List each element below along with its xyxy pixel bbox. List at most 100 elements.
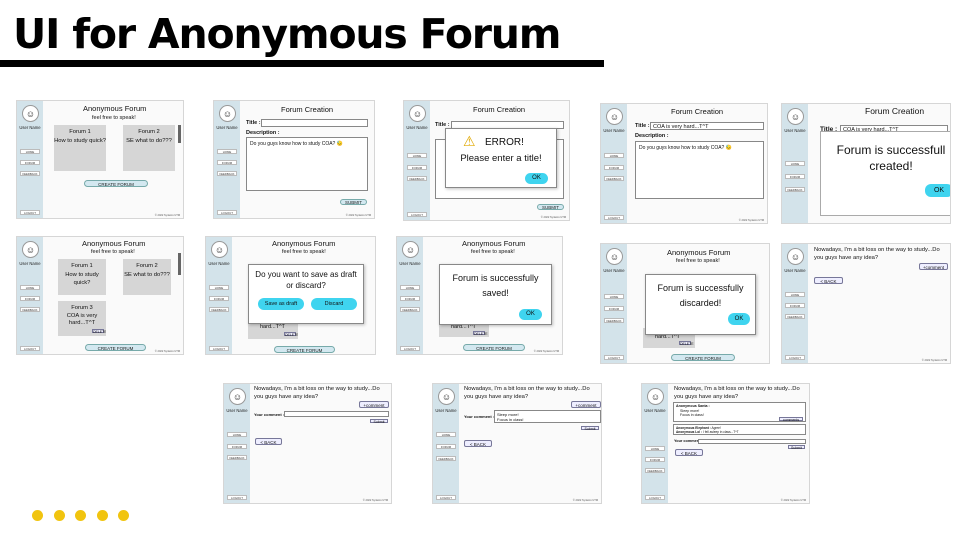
comment-input[interactable] (284, 411, 389, 417)
nav-home[interactable]: HOME (407, 153, 427, 158)
logout-button[interactable]: LOGOUT (227, 495, 247, 500)
nav-feedback[interactable]: FEEDBACK (407, 176, 427, 181)
nav-home[interactable]: HOME (785, 292, 805, 297)
submit-comment-button[interactable]: Submit (370, 419, 388, 424)
delete-button[interactable]: DELETE (679, 341, 694, 346)
logout-button[interactable]: LOGOUT (217, 210, 237, 215)
avatar-icon[interactable]: ☺ (22, 105, 39, 122)
add-comment-button[interactable]: +comment (359, 401, 389, 408)
nav-home[interactable]: HOME (400, 285, 420, 290)
logout-button[interactable]: LOGOUT (209, 346, 229, 351)
nav-forum[interactable]: FORUM (785, 303, 805, 308)
scrollbar[interactable] (178, 125, 181, 143)
submit-comment-button[interactable]: Submit (581, 426, 599, 431)
nav-feedback[interactable]: FEEDBACK (436, 456, 456, 461)
delete-button[interactable]: DELETE (92, 329, 106, 334)
forum-card-2[interactable]: Forum 2 SE what to do??? (123, 125, 175, 171)
ok-button[interactable]: OK (525, 173, 548, 184)
create-forum-button[interactable]: CREATE FORUM (274, 346, 335, 353)
nav-home[interactable]: HOME (227, 432, 247, 437)
create-forum-button[interactable]: CREATE FORUM (85, 344, 146, 351)
nav-feedback[interactable]: FEEDBACK (400, 307, 420, 312)
nav-feedback[interactable]: FEEDBACK (209, 307, 229, 312)
logout-button[interactable]: LOGOUT (645, 495, 665, 500)
nav-home[interactable]: HOME (217, 149, 237, 154)
logout-button[interactable]: LOGOUT (407, 212, 427, 217)
forum-card-1[interactable]: Forum 1 How to study quick? (54, 125, 106, 171)
nav-forum[interactable]: FORUM (400, 296, 420, 301)
back-button[interactable]: < BACK (675, 449, 703, 456)
nav-feedback[interactable]: FEEDBACK (217, 171, 237, 176)
nav-forum[interactable]: FORUM (227, 444, 247, 449)
delete-button[interactable]: DELETE (473, 331, 488, 336)
nav-home[interactable]: HOME (20, 285, 40, 290)
nav-forum[interactable]: FORUM (217, 160, 237, 165)
nav-feedback[interactable]: FEEDBACK (227, 455, 247, 460)
nav-home[interactable]: HOME (645, 446, 665, 451)
delete-button[interactable]: DELETE (284, 332, 298, 337)
title-input[interactable] (261, 119, 368, 127)
title-input[interactable]: COA is very hard...T^T (650, 122, 764, 130)
logout-button[interactable]: LOGOUT (604, 355, 624, 360)
description-textarea[interactable]: Do you guys know how to study COA? 😓 (246, 137, 368, 191)
forum-card-2[interactable]: Forum 2 SE what to do??? (123, 259, 171, 295)
avatar-icon[interactable]: ☺ (402, 241, 419, 258)
logout-button[interactable]: LOGOUT (436, 495, 456, 500)
avatar-icon[interactable]: ☺ (606, 248, 623, 265)
avatar-icon[interactable]: ☺ (22, 241, 39, 258)
nav-feedback[interactable]: FEEDBACK (785, 314, 805, 319)
forum-card-1[interactable]: Forum 1 How to study quick? (58, 259, 106, 295)
nav-forum[interactable]: FORUM (604, 165, 624, 170)
nav-forum[interactable]: FORUM (604, 306, 624, 311)
avatar-icon[interactable]: ☺ (647, 388, 664, 405)
nav-forum[interactable]: FORUM (407, 165, 427, 170)
nav-home[interactable]: HOME (785, 161, 805, 166)
forum-card-3[interactable]: Forum 3 COA is very hard...T^T DELETE (58, 301, 106, 336)
nav-feedback[interactable]: FEEDBACK (645, 468, 665, 473)
ok-button[interactable]: OK (728, 313, 750, 325)
nav-home[interactable]: HOME (209, 285, 229, 290)
save-draft-button[interactable]: Save as draft (258, 298, 304, 310)
comment-input[interactable] (698, 439, 806, 444)
nav-home[interactable]: HOME (20, 149, 40, 154)
avatar-icon[interactable]: ☺ (409, 105, 426, 122)
add-comment-button[interactable]: +comment (919, 263, 948, 270)
nav-forum[interactable]: FORUM (20, 296, 40, 301)
submit-button[interactable]: SUBMIT (537, 204, 564, 210)
back-button[interactable]: < BACK (255, 438, 282, 445)
create-forum-button[interactable]: CREATE FORUM (671, 354, 735, 361)
nav-feedback[interactable]: FEEDBACK (604, 318, 624, 323)
comments-button[interactable]: comments (779, 417, 803, 422)
nav-home[interactable]: HOME (604, 294, 624, 299)
nav-forum[interactable]: FORUM (785, 174, 805, 179)
submit-button[interactable]: SUBMIT (340, 199, 367, 205)
avatar-icon[interactable]: ☺ (606, 108, 623, 125)
logout-button[interactable]: LOGOUT (20, 210, 40, 215)
nav-forum[interactable]: FORUM (436, 444, 456, 449)
back-button[interactable]: < BACK (464, 440, 492, 447)
description-textarea[interactable]: Do you guys know how to study COA? 😓 (635, 141, 764, 199)
ok-button[interactable]: OK (519, 309, 542, 320)
create-forum-button[interactable]: CREATE FORUM (84, 180, 148, 187)
avatar-icon[interactable]: ☺ (787, 248, 804, 265)
avatar-icon[interactable]: ☺ (787, 108, 804, 125)
submit-comment-button[interactable]: Submit (788, 445, 805, 450)
nav-feedback[interactable]: FEEDBACK (20, 171, 40, 176)
comment-input[interactable]: Sleep more! Focus in class! (494, 410, 601, 423)
nav-feedback[interactable]: FEEDBACK (20, 307, 40, 312)
nav-home[interactable]: HOME (436, 432, 456, 437)
logout-button[interactable]: LOGOUT (604, 215, 624, 220)
discard-button[interactable]: Discard (311, 298, 357, 310)
nav-home[interactable]: HOME (604, 153, 624, 158)
nav-forum[interactable]: FORUM (209, 296, 229, 301)
logout-button[interactable]: LOGOUT (400, 346, 420, 351)
avatar-icon[interactable]: ☺ (229, 388, 246, 405)
nav-forum[interactable]: FORUM (20, 160, 40, 165)
ok-button[interactable]: OK (925, 184, 950, 197)
nav-forum[interactable]: FORUM (645, 457, 665, 462)
scrollbar[interactable] (178, 253, 181, 275)
create-forum-button[interactable]: CREATE FORUM (463, 344, 525, 351)
logout-button[interactable]: LOGOUT (20, 346, 40, 351)
nav-feedback[interactable]: FEEDBACK (785, 187, 805, 192)
logout-button[interactable]: LOGOUT (785, 355, 805, 360)
